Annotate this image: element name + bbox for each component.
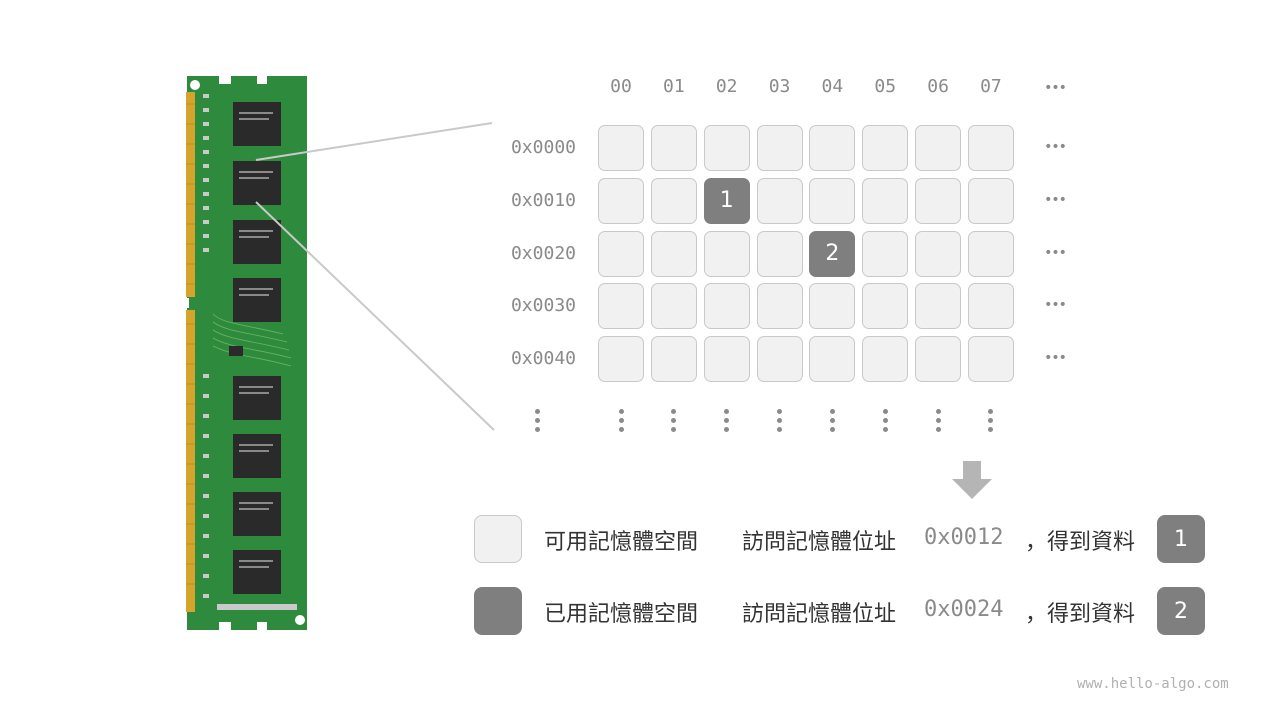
memory-cell-free [598, 283, 644, 330]
memory-cell-free [915, 336, 962, 383]
row-address-label: 0x0000 [510, 137, 576, 158]
memory-cell-free [915, 283, 962, 330]
memory-cell-free [915, 230, 962, 277]
ram-module-image [183, 76, 307, 630]
memory-cell-free [703, 283, 750, 330]
access-address: 0x0024 [924, 597, 1004, 622]
column-header: 05 [874, 76, 897, 97]
access-address: 0x0012 [924, 525, 1004, 550]
column-header: 03 [768, 76, 791, 97]
memory-cell-free [967, 336, 1014, 383]
memory-cell-free [809, 125, 856, 171]
memory-cell-used: 1 [703, 177, 750, 224]
memory-cell-free [862, 283, 909, 330]
vertical-ellipsis [827, 409, 837, 432]
memory-cell-free [967, 230, 1014, 277]
column-header: 01 [663, 76, 685, 97]
access-prefix: 訪問記憶體位址 [742, 602, 897, 627]
memory-cell-free [862, 177, 909, 224]
row-address-label: 0x0010 [510, 189, 576, 211]
memory-cell-free [967, 177, 1014, 224]
vertical-ellipsis [532, 409, 542, 432]
memory-cell-free [862, 125, 909, 171]
memory-cell-free [703, 230, 750, 277]
used-memory-legend-label: 已用記憶體空間 [544, 602, 699, 627]
row-ellipsis: ••• [1044, 191, 1067, 208]
column-header: 00 [610, 76, 632, 97]
memory-cell-free [756, 336, 803, 383]
memory-cell-free [598, 230, 644, 277]
access-suffix: ，得到資料 [1025, 530, 1136, 555]
row-address-label: 0x0020 [510, 242, 576, 264]
memory-cell-free [650, 177, 697, 224]
memory-cell-free [967, 283, 1014, 330]
memory-cell-free [756, 230, 803, 277]
row-ellipsis: ••• [1044, 139, 1067, 155]
access-result-value: 1 [1157, 515, 1205, 563]
row-ellipsis: ••• [1044, 350, 1067, 367]
memory-cell-free [598, 336, 644, 383]
memory-cell-free [650, 230, 697, 277]
watermark: www.hello-algo.com [1077, 676, 1229, 692]
memory-cell-free [650, 336, 697, 383]
vertical-ellipsis [986, 409, 996, 432]
memory-cell-free [862, 230, 909, 277]
vertical-ellipsis [880, 409, 890, 432]
row-ellipsis: ••• [1044, 297, 1067, 314]
column-header: 04 [821, 76, 844, 97]
memory-cell-free [756, 177, 803, 224]
memory-cell-free [809, 283, 856, 330]
down-arrow-icon [952, 461, 992, 499]
vertical-ellipsis [722, 409, 732, 432]
vertical-ellipsis [669, 409, 679, 432]
row-address-label: 0x0040 [510, 348, 576, 370]
column-ellipsis: ••• [1044, 80, 1067, 96]
memory-cell-free [598, 125, 644, 171]
row-address-label: 0x0030 [510, 295, 576, 317]
memory-cell-free [598, 177, 644, 224]
memory-cell-free [915, 125, 962, 171]
vertical-ellipsis [775, 409, 785, 432]
memory-cell-free [650, 283, 697, 330]
memory-cell-free [756, 125, 803, 171]
vertical-ellipsis [933, 409, 943, 432]
memory-cell-free [809, 177, 856, 224]
memory-cell-free [809, 336, 856, 383]
memory-cell-free [862, 336, 909, 383]
memory-cell-free [756, 283, 803, 330]
row-ellipsis: ••• [1044, 244, 1067, 261]
memory-cell-free [703, 125, 750, 171]
access-prefix: 訪問記憶體位址 [742, 530, 897, 555]
memory-cell-free [703, 336, 750, 383]
memory-cell-used: 2 [809, 230, 856, 277]
used-memory-legend-swatch [474, 587, 522, 635]
column-header: 02 [715, 76, 738, 97]
access-suffix: ，得到資料 [1025, 602, 1136, 627]
vertical-ellipsis [616, 409, 626, 432]
memory-cell-free [915, 177, 962, 224]
free-memory-legend-label: 可用記憶體空間 [544, 530, 699, 555]
column-header: 06 [927, 76, 949, 97]
access-result-value: 2 [1157, 587, 1205, 635]
free-memory-legend-swatch [474, 515, 522, 563]
memory-cell-free [967, 125, 1014, 171]
memory-cell-free [650, 125, 697, 171]
column-header: 07 [980, 76, 1002, 97]
